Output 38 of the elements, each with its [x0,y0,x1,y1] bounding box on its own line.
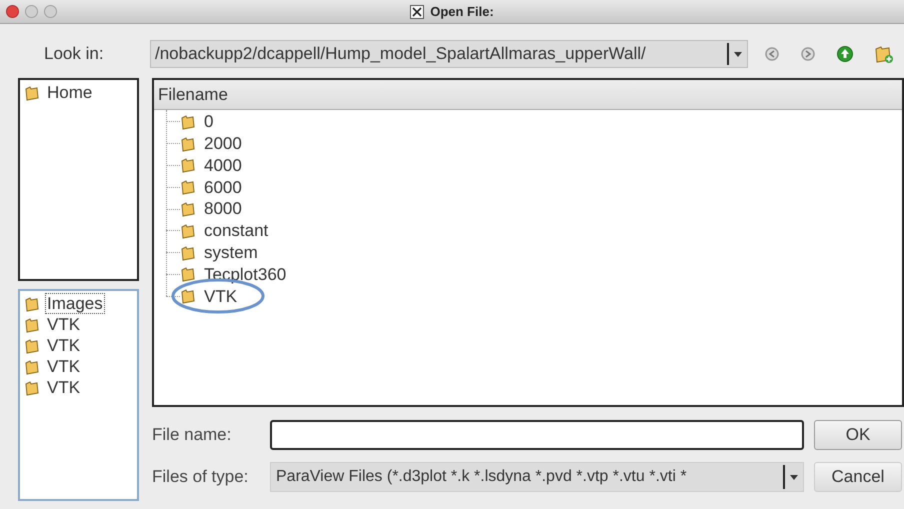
file-type-combo-box[interactable]: ParaView Files (*.d3plot *.k *.lsdyna *.pvd *.vtp *.vtu *.vti * [270,462,804,492]
file-name-label: File name: [152,424,232,446]
folder-icon [180,114,196,130]
folder-icon [24,296,40,312]
folder-item[interactable]: Home [46,83,94,102]
folder-icon [24,358,40,374]
window-title: Open File: [430,2,494,21]
dropdown-arrow-icon [732,50,744,58]
new-folder-icon[interactable] [874,44,894,64]
folder-icon [24,316,40,332]
folder-icon [180,201,196,218]
folder-icon [180,136,196,152]
file-type-label: Files of type: [152,466,250,488]
dropdown-arrow-icon [788,473,800,481]
look-in-label: Look in: [44,43,105,66]
folder-item[interactable]: Images [46,294,104,313]
folder-icon [180,179,196,196]
folder-icon [180,244,196,261]
column-header[interactable]: Filename [154,80,902,110]
folder-icon [180,222,196,239]
cancel-button[interactable]: Cancel [814,462,902,492]
folder-icon [180,266,196,282]
path-combo-box[interactable]: /nobackupp2/dcappell/Hump_model_SpalartAllmaras_upperWall/ [150,40,748,68]
folder-item[interactable]: VTK [46,357,82,376]
forward-icon[interactable] [800,46,816,62]
folder-item[interactable]: VTK [46,336,82,355]
folder-icon [24,380,40,396]
folder-item[interactable]: VTK [46,378,82,397]
close-button[interactable] [6,5,19,18]
x-window-icon [410,4,424,18]
back-icon[interactable] [764,46,780,62]
ok-button[interactable]: OK [814,420,902,450]
folder-icon [180,157,196,174]
file-name-field[interactable] [270,420,804,450]
folder-icon [24,84,40,100]
folder-icon [180,288,196,304]
folder-item[interactable]: VTK [46,315,82,334]
folder-icon [24,338,40,354]
